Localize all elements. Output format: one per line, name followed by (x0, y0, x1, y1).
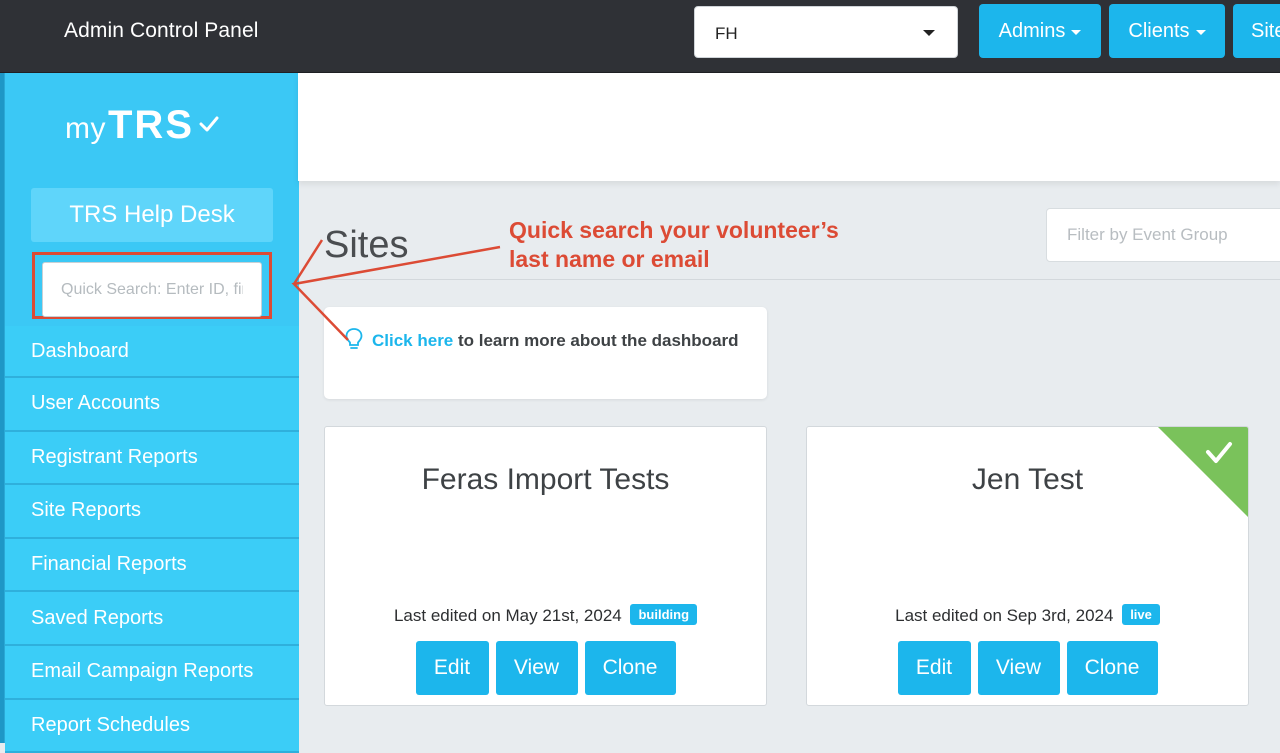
admins-menu-button[interactable]: Admins (979, 4, 1101, 58)
chevron-down-icon (923, 30, 935, 36)
tip-text: to learn more about the dashboard (453, 331, 739, 350)
chevron-down-icon (1195, 29, 1206, 35)
account-select[interactable]: FH (694, 6, 958, 58)
sidebar-item-user-accounts[interactable]: User Accounts (5, 378, 299, 432)
last-edited-text: Last edited on Sep 3rd, 2024 (895, 606, 1114, 625)
title-divider (322, 279, 1280, 280)
sidebar-item-label: Report Schedules (31, 713, 190, 736)
sidebar-item-report-schedules[interactable]: Report Schedules (5, 699, 299, 753)
quick-search-input[interactable] (42, 262, 262, 317)
help-desk-button[interactable]: TRS Help Desk (31, 188, 273, 242)
clients-label: Clients (1128, 19, 1190, 42)
header-panel (298, 73, 1280, 181)
event-group-filter-input[interactable] (1046, 208, 1280, 262)
card-actions: Edit View Clone (807, 641, 1248, 695)
site-name: Jen Test (971, 463, 1084, 496)
app-title: Admin Control Panel (64, 19, 259, 42)
sidebar-item-dashboard[interactable]: Dashboard (5, 326, 299, 378)
sidebar-item-label: Saved Reports (31, 606, 164, 629)
status-badge: building (630, 604, 698, 625)
edit-button[interactable]: Edit (415, 641, 489, 695)
top-bar: Admin Control Panel FH Admins Clients Si… (0, 0, 1280, 73)
sites-label: Sites (1251, 19, 1280, 42)
page-title: Sites (324, 224, 409, 266)
logo-my: my (65, 112, 106, 145)
sidebar-item-registrant-reports[interactable]: Registrant Reports (5, 431, 299, 486)
clone-button[interactable]: Clone (1066, 641, 1158, 695)
site-card: Jen Test Last edited on Sep 3rd, 2024 li… (806, 426, 1249, 706)
account-select-value: FH (715, 24, 738, 43)
sidebar-menu: Dashboard User Accounts Registrant Repor… (5, 326, 299, 753)
chevron-down-icon (1071, 29, 1082, 35)
sidebar-item-site-reports[interactable]: Site Reports (5, 485, 299, 539)
annotation-line-2: last name or email (509, 246, 710, 272)
logo-trs: TRS (108, 103, 194, 147)
mytrs-logo[interactable]: my TRS (65, 103, 220, 148)
sidebar-item-label: Financial Reports (31, 553, 187, 576)
view-button[interactable]: View (977, 641, 1060, 695)
sidebar-item-label: Registrant Reports (31, 445, 198, 468)
sidebar-item-label: Site Reports (31, 499, 142, 522)
dashboard-tip-card: Click here to learn more about the dashb… (324, 307, 767, 399)
site-name: Feras Import Tests (421, 463, 670, 496)
last-edited: Last edited on May 21st, 2024 building (325, 604, 766, 626)
card-actions: Edit View Clone (325, 641, 766, 695)
admins-label: Admins (998, 19, 1066, 42)
sidebar-item-financial-reports[interactable]: Financial Reports (5, 538, 299, 593)
status-badge: live (1122, 604, 1160, 625)
sidebar-item-label: User Accounts (31, 392, 160, 415)
view-button[interactable]: View (495, 641, 578, 695)
edit-button[interactable]: Edit (897, 641, 971, 695)
clients-menu-button[interactable]: Clients (1109, 4, 1225, 58)
sidebar-item-label: Dashboard (31, 339, 129, 362)
last-edited-text: Last edited on May 21st, 2024 (393, 606, 622, 625)
sidebar-item-label: Email Campaign Reports (31, 660, 254, 683)
sidebar-item-email-campaign-reports[interactable]: Email Campaign Reports (5, 645, 299, 700)
lightbulb-icon (345, 328, 363, 349)
annotation-line-1: Quick search your volunteer’s (509, 217, 839, 243)
sites-menu-button[interactable]: Sites (1233, 4, 1280, 58)
sidebar-item-saved-reports[interactable]: Saved Reports (5, 592, 299, 646)
site-card: Feras Import Tests Last edited on May 21… (324, 426, 767, 706)
last-edited: Last edited on Sep 3rd, 2024 live (807, 604, 1248, 626)
annotation-callout: Quick search your volunteer’s last name … (509, 216, 839, 274)
checkmark-icon (199, 116, 219, 132)
learn-more-link[interactable]: Click here (372, 331, 453, 350)
clone-button[interactable]: Clone (584, 641, 676, 695)
sidebar: my TRS TRS Help Desk Dashboard User Acco… (4, 73, 299, 753)
